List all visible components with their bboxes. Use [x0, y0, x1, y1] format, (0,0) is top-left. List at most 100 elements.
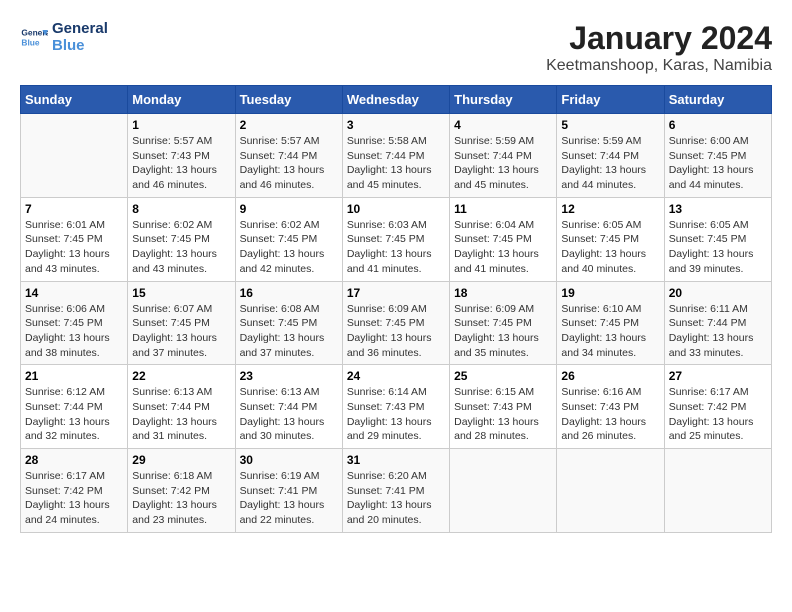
day-number: 11	[454, 202, 552, 216]
day-header-sunday: Sunday	[21, 86, 128, 114]
logo-icon: General Blue	[20, 23, 48, 51]
day-info: Sunrise: 6:17 AM Sunset: 7:42 PM Dayligh…	[669, 385, 767, 444]
calendar-table: SundayMondayTuesdayWednesdayThursdayFrid…	[20, 85, 772, 533]
day-cell: 9 Sunrise: 6:02 AM Sunset: 7:45 PM Daylig…	[235, 197, 342, 281]
day-number: 18	[454, 286, 552, 300]
day-info: Sunrise: 6:04 AM Sunset: 7:45 PM Dayligh…	[454, 218, 552, 277]
day-number: 29	[132, 453, 230, 467]
day-header-friday: Friday	[557, 86, 664, 114]
day-number: 10	[347, 202, 445, 216]
day-info: Sunrise: 5:59 AM Sunset: 7:44 PM Dayligh…	[561, 134, 659, 193]
day-cell: 12 Sunrise: 6:05 AM Sunset: 7:45 PM Dayli…	[557, 197, 664, 281]
day-info: Sunrise: 6:01 AM Sunset: 7:45 PM Dayligh…	[25, 218, 123, 277]
day-cell: 21 Sunrise: 6:12 AM Sunset: 7:44 PM Dayli…	[21, 365, 128, 449]
days-row: SundayMondayTuesdayWednesdayThursdayFrid…	[21, 86, 772, 114]
day-info: Sunrise: 6:17 AM Sunset: 7:42 PM Dayligh…	[25, 469, 123, 528]
day-number: 23	[240, 369, 338, 383]
day-cell: 5Sunrise: 5:59 AM Sunset: 7:44 PM Daylig…	[557, 114, 664, 198]
day-info: Sunrise: 6:16 AM Sunset: 7:43 PM Dayligh…	[561, 385, 659, 444]
day-cell: 30 Sunrise: 6:19 AM Sunset: 7:41 PM Dayli…	[235, 449, 342, 533]
day-number: 4	[454, 118, 552, 132]
day-cell	[664, 449, 771, 533]
day-number: 7	[25, 202, 123, 216]
day-number: 9	[240, 202, 338, 216]
day-cell: 17Sunrise: 6:09 AM Sunset: 7:45 PM Dayli…	[342, 281, 449, 365]
day-number: 30	[240, 453, 338, 467]
title-area: January 2024 Keetmanshoop, Karas, Namibi…	[546, 20, 772, 75]
day-info: Sunrise: 6:18 AM Sunset: 7:42 PM Dayligh…	[132, 469, 230, 528]
logo: General Blue General Blue	[20, 20, 108, 54]
week-row-2: 7 Sunrise: 6:01 AM Sunset: 7:45 PM Daylig…	[21, 197, 772, 281]
day-number: 31	[347, 453, 445, 467]
day-cell: 13 Sunrise: 6:05 AM Sunset: 7:45 PM Dayli…	[664, 197, 771, 281]
day-info: Sunrise: 6:03 AM Sunset: 7:45 PM Dayligh…	[347, 218, 445, 277]
day-cell: 23 Sunrise: 6:13 AM Sunset: 7:44 PM Dayli…	[235, 365, 342, 449]
logo-blue: Blue	[52, 37, 108, 54]
day-number: 25	[454, 369, 552, 383]
calendar-body: 1 Sunrise: 5:57 AM Sunset: 7:43 PM Daylig…	[21, 114, 772, 533]
day-number: 21	[25, 369, 123, 383]
day-cell: 19 Sunrise: 6:10 AM Sunset: 7:45 PM Dayli…	[557, 281, 664, 365]
day-cell: 24Sunrise: 6:14 AM Sunset: 7:43 PM Dayli…	[342, 365, 449, 449]
day-info: Sunrise: 6:06 AM Sunset: 7:45 PM Dayligh…	[25, 302, 123, 361]
day-number: 13	[669, 202, 767, 216]
day-number: 12	[561, 202, 659, 216]
day-cell: 27 Sunrise: 6:17 AM Sunset: 7:42 PM Dayli…	[664, 365, 771, 449]
day-cell: 31 Sunrise: 6:20 AM Sunset: 7:41 PM Dayli…	[342, 449, 449, 533]
day-number: 1	[132, 118, 230, 132]
day-cell	[21, 114, 128, 198]
day-info: Sunrise: 6:09 AM Sunset: 7:45 PM Dayligh…	[454, 302, 552, 361]
day-number: 14	[25, 286, 123, 300]
day-number: 26	[561, 369, 659, 383]
day-cell	[557, 449, 664, 533]
day-number: 2	[240, 118, 338, 132]
day-cell: 29 Sunrise: 6:18 AM Sunset: 7:42 PM Dayli…	[128, 449, 235, 533]
day-number: 28	[25, 453, 123, 467]
day-info: Sunrise: 6:15 AM Sunset: 7:43 PM Dayligh…	[454, 385, 552, 444]
day-info: Sunrise: 6:05 AM Sunset: 7:45 PM Dayligh…	[561, 218, 659, 277]
day-number: 16	[240, 286, 338, 300]
day-header-monday: Monday	[128, 86, 235, 114]
day-info: Sunrise: 6:11 AM Sunset: 7:44 PM Dayligh…	[669, 302, 767, 361]
day-number: 15	[132, 286, 230, 300]
day-info: Sunrise: 6:10 AM Sunset: 7:45 PM Dayligh…	[561, 302, 659, 361]
week-row-3: 14 Sunrise: 6:06 AM Sunset: 7:45 PM Dayli…	[21, 281, 772, 365]
day-info: Sunrise: 6:05 AM Sunset: 7:45 PM Dayligh…	[669, 218, 767, 277]
day-info: Sunrise: 6:07 AM Sunset: 7:45 PM Dayligh…	[132, 302, 230, 361]
day-number: 6	[669, 118, 767, 132]
day-cell: 11 Sunrise: 6:04 AM Sunset: 7:45 PM Dayli…	[450, 197, 557, 281]
day-cell: 28 Sunrise: 6:17 AM Sunset: 7:42 PM Dayli…	[21, 449, 128, 533]
day-info: Sunrise: 6:00 AM Sunset: 7:45 PM Dayligh…	[669, 134, 767, 193]
day-cell: 26 Sunrise: 6:16 AM Sunset: 7:43 PM Dayli…	[557, 365, 664, 449]
day-cell: 18 Sunrise: 6:09 AM Sunset: 7:45 PM Dayli…	[450, 281, 557, 365]
day-number: 27	[669, 369, 767, 383]
day-cell: 3Sunrise: 5:58 AM Sunset: 7:44 PM Daylig…	[342, 114, 449, 198]
logo-general: General	[52, 20, 108, 37]
day-info: Sunrise: 6:19 AM Sunset: 7:41 PM Dayligh…	[240, 469, 338, 528]
day-number: 24	[347, 369, 445, 383]
day-cell: 1 Sunrise: 5:57 AM Sunset: 7:43 PM Daylig…	[128, 114, 235, 198]
week-row-1: 1 Sunrise: 5:57 AM Sunset: 7:43 PM Daylig…	[21, 114, 772, 198]
day-cell: 22Sunrise: 6:13 AM Sunset: 7:44 PM Dayli…	[128, 365, 235, 449]
day-info: Sunrise: 6:12 AM Sunset: 7:44 PM Dayligh…	[25, 385, 123, 444]
page-header: General Blue General Blue January 2024 K…	[20, 20, 772, 75]
day-info: Sunrise: 6:02 AM Sunset: 7:45 PM Dayligh…	[240, 218, 338, 277]
day-number: 22	[132, 369, 230, 383]
svg-text:Blue: Blue	[21, 37, 39, 47]
week-row-4: 21 Sunrise: 6:12 AM Sunset: 7:44 PM Dayli…	[21, 365, 772, 449]
week-row-5: 28 Sunrise: 6:17 AM Sunset: 7:42 PM Dayli…	[21, 449, 772, 533]
day-info: Sunrise: 5:57 AM Sunset: 7:43 PM Dayligh…	[132, 134, 230, 193]
day-header-saturday: Saturday	[664, 86, 771, 114]
day-header-wednesday: Wednesday	[342, 86, 449, 114]
day-cell: 25 Sunrise: 6:15 AM Sunset: 7:43 PM Dayli…	[450, 365, 557, 449]
day-cell: 7 Sunrise: 6:01 AM Sunset: 7:45 PM Daylig…	[21, 197, 128, 281]
day-cell: 20Sunrise: 6:11 AM Sunset: 7:44 PM Dayli…	[664, 281, 771, 365]
day-info: Sunrise: 6:13 AM Sunset: 7:44 PM Dayligh…	[240, 385, 338, 444]
day-cell: 4Sunrise: 5:59 AM Sunset: 7:44 PM Daylig…	[450, 114, 557, 198]
day-number: 19	[561, 286, 659, 300]
day-info: Sunrise: 5:58 AM Sunset: 7:44 PM Dayligh…	[347, 134, 445, 193]
day-info: Sunrise: 5:57 AM Sunset: 7:44 PM Dayligh…	[240, 134, 338, 193]
day-info: Sunrise: 6:20 AM Sunset: 7:41 PM Dayligh…	[347, 469, 445, 528]
day-header-thursday: Thursday	[450, 86, 557, 114]
day-cell: 15 Sunrise: 6:07 AM Sunset: 7:45 PM Dayli…	[128, 281, 235, 365]
